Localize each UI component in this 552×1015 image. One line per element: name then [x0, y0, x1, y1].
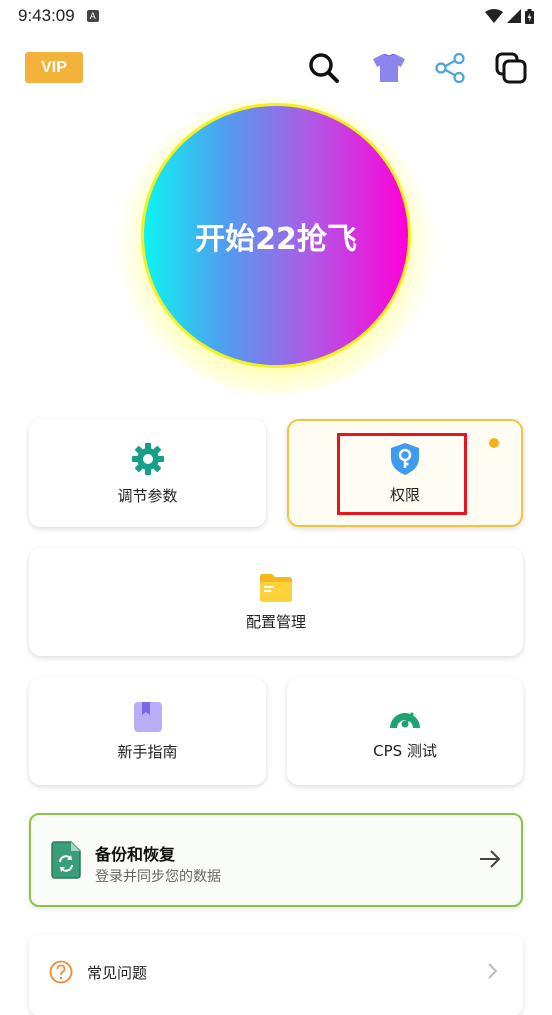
top-bar: VIP: [0, 44, 552, 92]
status-indicators: [485, 8, 534, 24]
config-manage-label: 配置管理: [245, 612, 306, 631]
gear-icon: [130, 441, 166, 477]
tshirt-icon: [373, 54, 405, 82]
arrow-right-icon: [479, 849, 501, 873]
notification-dot: [489, 438, 499, 448]
theme-button[interactable]: [371, 50, 407, 86]
multi-window-button[interactable]: [493, 50, 529, 86]
start-button[interactable]: 开始22抢飞: [141, 103, 411, 368]
backup-restore-card[interactable]: 备份和恢复 登录并同步您的数据: [29, 813, 523, 907]
chevron-right-icon: [487, 962, 499, 984]
config-manage-card[interactable]: 配置管理: [29, 548, 523, 656]
adjust-params-label: 调节参数: [117, 486, 178, 505]
wifi-icon: [485, 9, 503, 23]
faq-card[interactable]: 常见问题: [29, 935, 523, 1015]
vip-button[interactable]: VIP: [25, 52, 83, 83]
cps-test-label: CPS 测试: [373, 741, 437, 760]
speedometer-icon: [387, 702, 423, 732]
bookmark-icon: [133, 701, 163, 733]
status-time: 9:43:09: [18, 6, 75, 25]
cps-test-card[interactable]: CPS 测试: [287, 677, 523, 785]
search-icon: [309, 53, 339, 83]
signal-icon: [507, 9, 521, 23]
faq-label: 常见问题: [87, 964, 148, 982]
notification-a-icon: A: [86, 10, 99, 22]
battery-icon: [525, 8, 534, 24]
backup-title: 备份和恢复: [95, 845, 176, 864]
guide-label: 新手指南: [117, 742, 178, 761]
highlight-box: [337, 433, 467, 515]
status-bar: 9:43:09 A: [0, 0, 552, 32]
share-icon: [435, 53, 465, 83]
adjust-params-card[interactable]: 调节参数: [29, 419, 266, 527]
question-circle-icon: [49, 960, 73, 988]
backup-subtitle: 登录并同步您的数据: [95, 869, 221, 885]
guide-card[interactable]: 新手指南: [29, 677, 266, 785]
share-button[interactable]: [432, 50, 468, 86]
search-button[interactable]: [306, 50, 342, 86]
sync-document-icon: [51, 841, 81, 883]
folder-icon: [259, 573, 293, 603]
copy-windows-icon: [495, 52, 527, 84]
